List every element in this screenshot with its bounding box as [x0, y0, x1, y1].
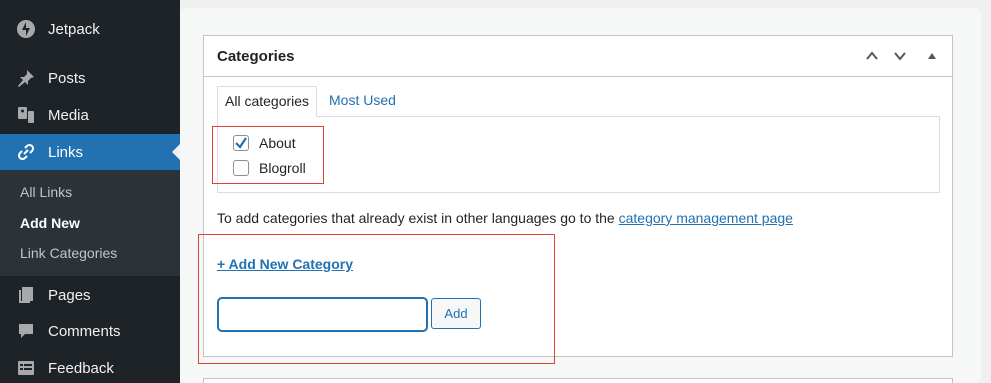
add-new-category-link[interactable]: + Add New Category: [217, 256, 353, 272]
add-category-button[interactable]: Add: [431, 298, 481, 329]
submenu-add-new[interactable]: Add New: [20, 215, 80, 231]
category-item-about[interactable]: About: [233, 135, 296, 151]
sidebar-item-posts[interactable]: Posts: [0, 60, 180, 96]
chevron-down-icon: [894, 52, 906, 61]
toggle-panel-button[interactable]: [922, 46, 942, 66]
tab-all-categories[interactable]: All categories: [217, 86, 318, 117]
tab-most-used[interactable]: Most Used: [329, 92, 396, 108]
move-up-button[interactable]: [862, 46, 882, 66]
admin-sidebar: Jetpack Posts Media Links All Links Add …: [0, 0, 180, 383]
categories-postbox: Categories All categories Most Used Abou…: [203, 35, 953, 357]
sidebar-item-feedback[interactable]: Feedback: [0, 350, 180, 383]
sidebar-item-label: Comments: [48, 322, 121, 340]
new-category-input[interactable]: [218, 298, 427, 331]
category-label: Blogroll: [259, 160, 306, 176]
info-text: To add categories that already exist in …: [217, 210, 793, 226]
sidebar-item-label: Links: [48, 143, 84, 161]
submenu-link-categories[interactable]: Link Categories: [20, 245, 117, 261]
postbox-header: Categories: [204, 36, 952, 77]
links-submenu: All Links Add New Link Categories: [0, 170, 180, 276]
sidebar-item-label: Posts: [48, 69, 86, 87]
next-postbox: [203, 378, 953, 383]
move-down-button[interactable]: [890, 46, 910, 66]
category-item-blogroll[interactable]: Blogroll: [233, 160, 306, 176]
pages-icon: [16, 285, 36, 305]
sidebar-item-links[interactable]: Links: [0, 134, 180, 170]
postbox-title: Categories: [217, 48, 295, 65]
category-label: About: [259, 135, 296, 151]
comment-icon: [16, 321, 36, 341]
media-icon: [16, 105, 36, 125]
category-checklist: About Blogroll: [217, 116, 940, 193]
checkbox-blogroll[interactable]: [233, 160, 249, 176]
sidebar-item-label: Media: [48, 106, 89, 124]
sidebar-item-label: Jetpack: [48, 20, 100, 38]
feedback-icon: [16, 358, 36, 378]
sidebar-item-label: Pages: [48, 286, 91, 304]
checkbox-about[interactable]: [233, 135, 249, 151]
sidebar-item-jetpack[interactable]: Jetpack: [0, 11, 180, 47]
submenu-all-links[interactable]: All Links: [20, 184, 72, 200]
sidebar-item-comments[interactable]: Comments: [0, 313, 180, 349]
pin-icon: [16, 68, 36, 88]
sidebar-item-media[interactable]: Media: [0, 97, 180, 133]
jetpack-icon: [16, 19, 36, 39]
link-icon: [16, 142, 36, 162]
category-management-link[interactable]: category management page: [619, 210, 793, 226]
sidebar-item-pages[interactable]: Pages: [0, 277, 180, 313]
triangle-up-icon: [928, 53, 936, 59]
checkmark-icon: [235, 137, 247, 149]
chevron-up-icon: [866, 51, 878, 60]
sidebar-item-label: Feedback: [48, 359, 114, 377]
